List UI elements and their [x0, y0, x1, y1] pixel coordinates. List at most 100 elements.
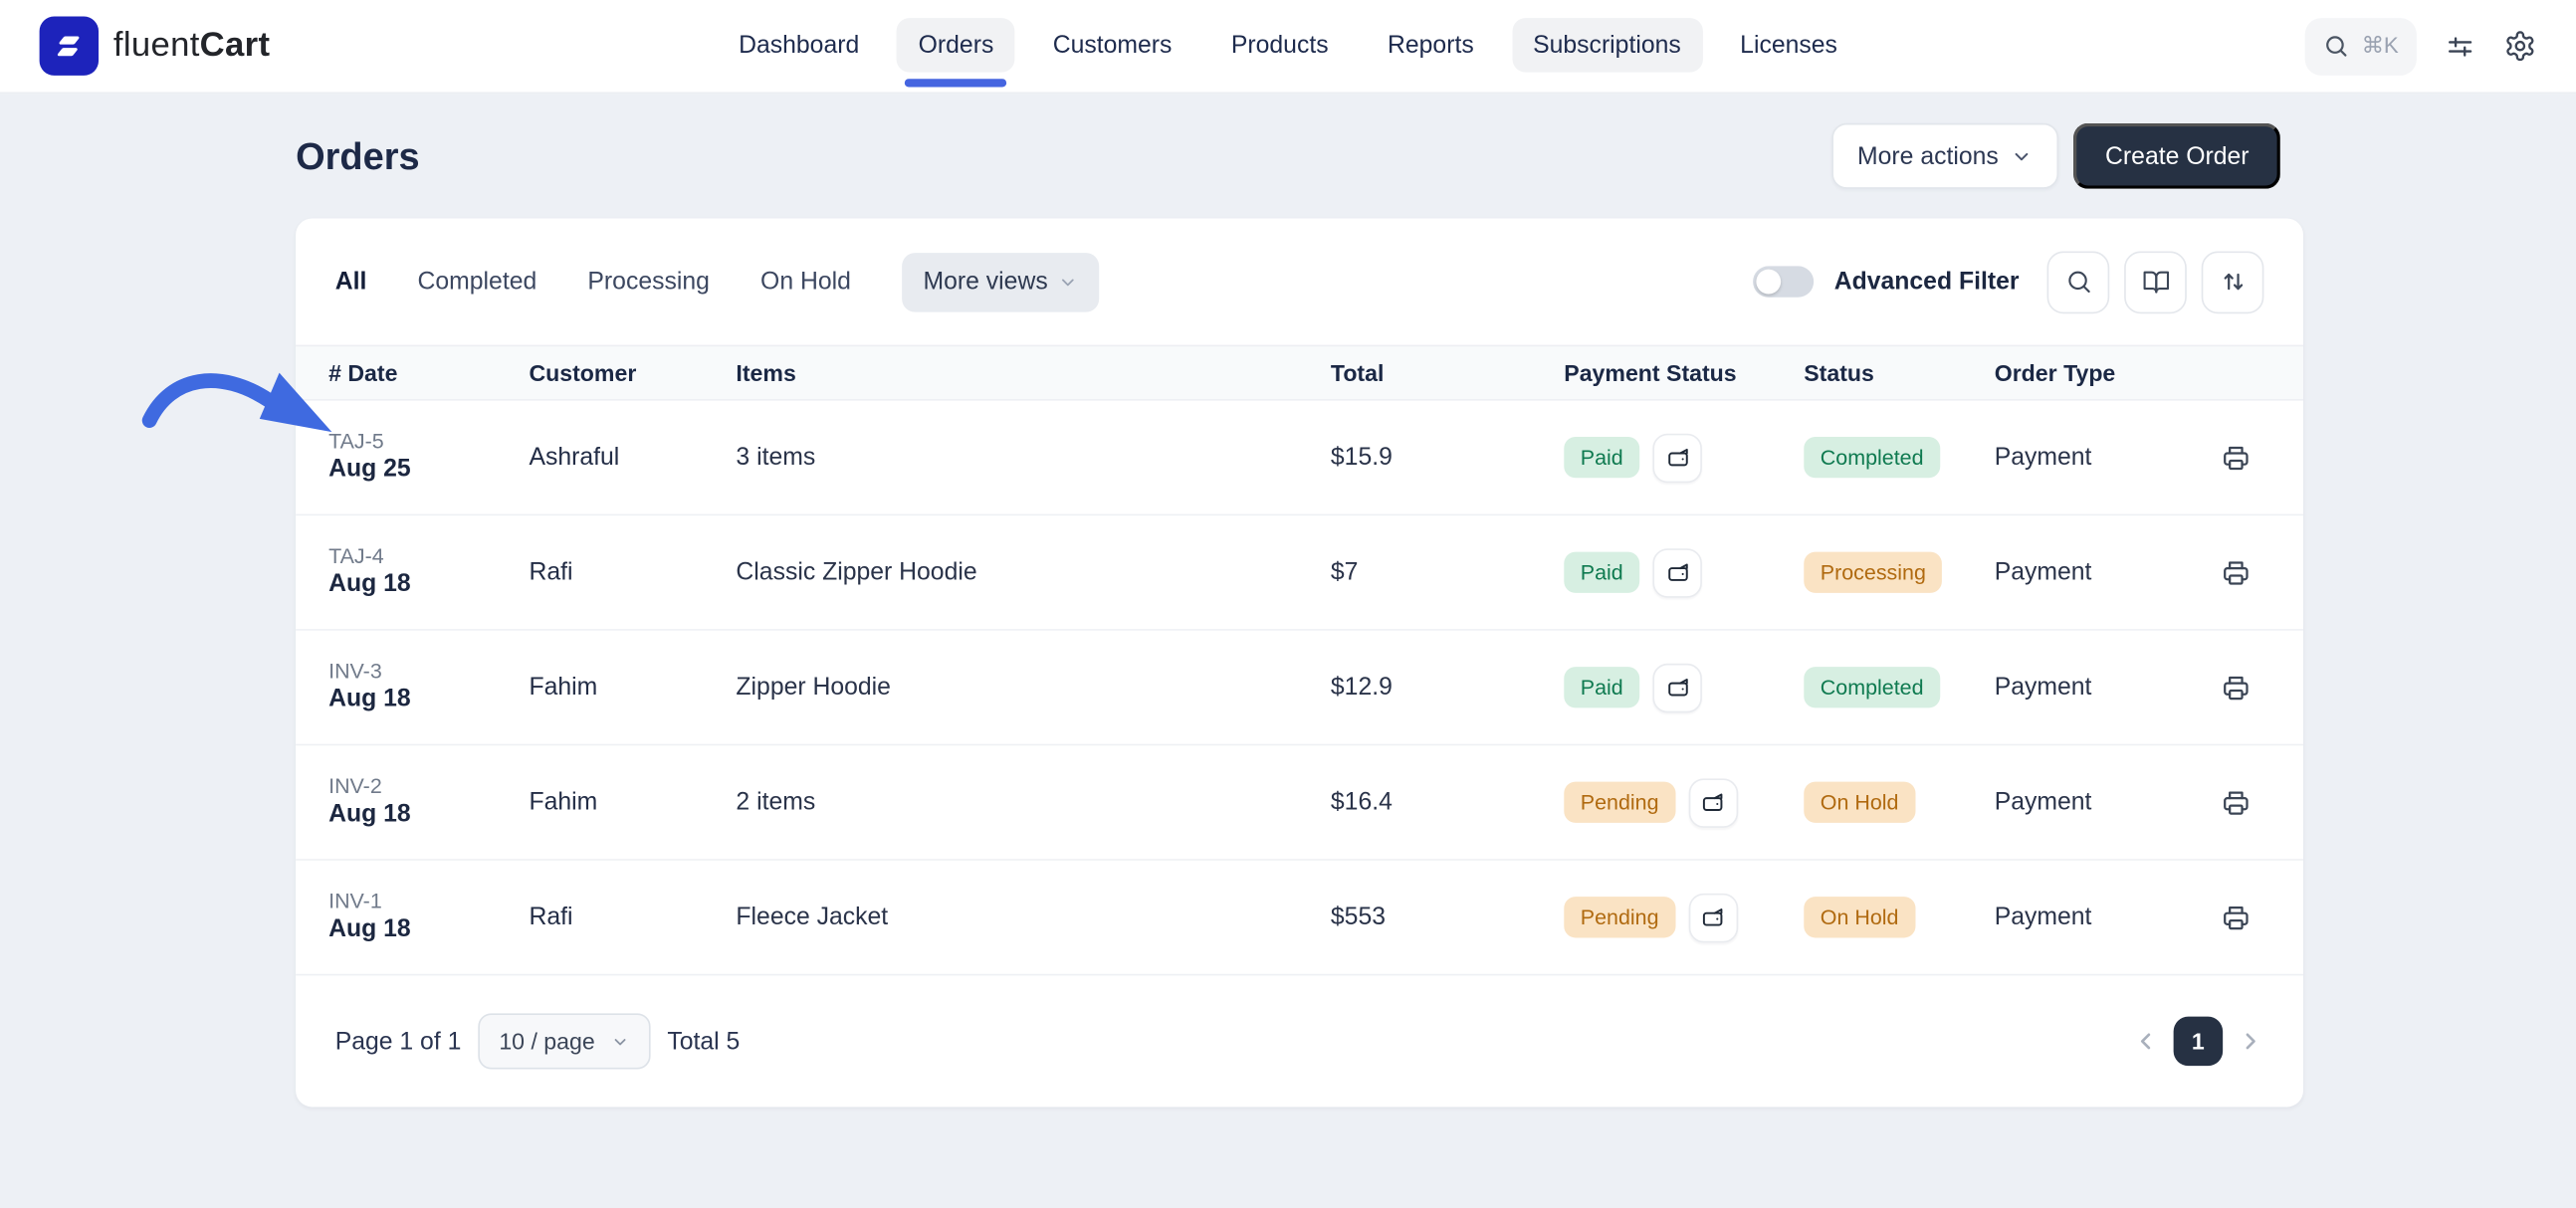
pagination-summary: Page 1 of 1 10 / page Total 5 — [334, 1013, 741, 1070]
advanced-filter-toggle[interactable] — [1753, 266, 1815, 298]
chevron-down-icon — [2012, 145, 2033, 166]
column-header-date[interactable]: # Date — [328, 359, 529, 385]
tab-processing[interactable]: Processing — [587, 268, 709, 296]
nav-item-dashboard[interactable]: Dashboard — [718, 18, 881, 72]
order-number: TAJ-4 — [328, 543, 384, 569]
wallet-icon — [1703, 908, 1723, 926]
payment-status-badge: Pending — [1564, 781, 1676, 823]
order-type: Payment — [1994, 788, 2092, 817]
customer-name[interactable]: Ashraful — [529, 444, 736, 472]
printer-icon — [2224, 446, 2249, 470]
order-status-badge: Processing — [1804, 551, 1943, 593]
payment-method-button[interactable] — [1652, 547, 1702, 597]
table-row[interactable]: INV-1 Aug 18 Rafi Fleece Jacket $553 Pen… — [296, 860, 2304, 976]
tab-on-hold[interactable]: On Hold — [760, 268, 851, 296]
more-actions-button[interactable]: More actions — [1830, 122, 2059, 189]
page-count-label: Page 1 of 1 — [334, 1027, 462, 1056]
brand-logo[interactable]: fluentCart — [39, 16, 271, 76]
chevron-left-icon — [2140, 1033, 2151, 1050]
page-header-actions: More actions Create Order — [1830, 122, 2280, 189]
view-tabs: All Completed Processing On Hold More vi… — [335, 252, 1099, 311]
order-total: $553 — [1330, 903, 1386, 931]
customer-name[interactable]: Rafi — [529, 558, 736, 586]
table-row[interactable]: TAJ-4 Aug 18 Rafi Classic Zipper Hoodie … — [296, 515, 2304, 631]
payment-method-button[interactable] — [1688, 893, 1738, 942]
toggle-knob — [1757, 269, 1782, 295]
order-status-badge: Completed — [1804, 667, 1941, 708]
order-total: $15.9 — [1330, 443, 1393, 472]
print-button[interactable] — [2221, 443, 2251, 473]
payment-method-button[interactable] — [1652, 432, 1702, 483]
column-header-customer[interactable]: Customer — [529, 359, 736, 385]
table-row[interactable]: INV-3 Aug 18 Fahim Zipper Hoodie $12.9 P… — [296, 630, 2304, 746]
column-header-order-type[interactable]: Order Type — [1995, 359, 2169, 385]
column-header-status[interactable]: Status — [1804, 359, 1994, 385]
customer-name[interactable]: Rafi — [529, 904, 736, 931]
order-number: INV-2 — [328, 773, 382, 799]
print-button[interactable] — [2221, 557, 2251, 587]
table-row[interactable]: INV-2 Aug 18 Fahim 2 items $16.4 Pending… — [296, 745, 2304, 861]
payment-method-button[interactable] — [1688, 777, 1738, 828]
main-navigation: Dashboard Orders Customers Products Repo… — [718, 0, 1859, 94]
gear-icon[interactable] — [2503, 30, 2536, 63]
adjustments-icon[interactable] — [2445, 31, 2475, 62]
column-header-items[interactable]: Items — [736, 359, 1330, 385]
nav-item-orders[interactable]: Orders — [897, 18, 1015, 88]
previous-page-button[interactable] — [2132, 1028, 2158, 1054]
sort-button[interactable] — [2201, 250, 2264, 313]
tab-all[interactable]: All — [335, 268, 367, 296]
order-status-badge: Completed — [1804, 437, 1941, 479]
payment-status-cell: Pending — [1564, 893, 1804, 942]
topbar-actions: ⌘K — [2305, 17, 2536, 76]
orders-page: fluentCart Dashboard Orders Customers Pr… — [0, 0, 2576, 1208]
payment-status-badge: Paid — [1564, 437, 1640, 479]
order-number: INV-1 — [328, 888, 382, 913]
wallet-icon — [1703, 793, 1723, 811]
order-date: Aug 18 — [328, 570, 411, 599]
print-button[interactable] — [2221, 673, 2251, 703]
arrows-up-down-icon — [2223, 273, 2243, 291]
order-type: Payment — [1994, 673, 2092, 702]
nav-item-subscriptions[interactable]: Subscriptions — [1511, 18, 1703, 73]
tab-completed[interactable]: Completed — [418, 268, 537, 296]
customer-name[interactable]: Fahim — [529, 674, 736, 702]
nav-item-customers[interactable]: Customers — [1031, 18, 1193, 72]
more-views-dropdown[interactable]: More views — [902, 252, 1099, 311]
order-type: Payment — [1994, 903, 2092, 931]
payment-method-button[interactable] — [1652, 662, 1702, 712]
wallet-icon — [1667, 448, 1687, 467]
book-open-icon — [2142, 271, 2169, 294]
table-search-button[interactable] — [2046, 250, 2110, 313]
order-date-cell: INV-1 Aug 18 — [328, 889, 529, 946]
order-date: Aug 18 — [328, 685, 411, 713]
order-date-cell: INV-2 Aug 18 — [328, 773, 529, 831]
order-total: $12.9 — [1330, 673, 1393, 702]
print-button[interactable] — [2221, 787, 2251, 817]
printer-icon — [2224, 790, 2249, 814]
table-header: # Date Customer Items Total Payment Stat… — [296, 344, 2304, 401]
order-total: $16.4 — [1330, 788, 1393, 817]
nav-item-products[interactable]: Products — [1209, 18, 1350, 72]
column-header-payment-status[interactable]: Payment Status — [1564, 359, 1804, 385]
docs-button[interactable] — [2124, 250, 2187, 313]
print-button[interactable] — [2221, 903, 2251, 932]
customer-name[interactable]: Fahim — [529, 788, 736, 816]
order-date-cell: TAJ-4 Aug 18 — [328, 543, 529, 601]
global-search-button[interactable]: ⌘K — [2305, 17, 2417, 76]
fluentcart-logo-icon — [39, 16, 100, 76]
search-icon — [2324, 33, 2350, 59]
page-number-button[interactable]: 1 — [2173, 1016, 2224, 1067]
total-count-label: Total 5 — [667, 1027, 741, 1056]
per-page-select[interactable]: 10 / page — [477, 1013, 651, 1070]
order-number: TAJ-5 — [328, 428, 384, 454]
table-footer: Page 1 of 1 10 / page Total 5 1 — [296, 975, 2303, 1107]
table-row[interactable]: TAJ-5 Aug 25 Ashraful 3 items $15.9 Paid… — [296, 400, 2304, 516]
payment-status-cell: Paid — [1564, 547, 1804, 597]
nav-item-licenses[interactable]: Licenses — [1719, 18, 1859, 72]
create-order-button[interactable]: Create Order — [2073, 122, 2280, 189]
order-items: 3 items — [736, 443, 816, 472]
next-page-button[interactable] — [2238, 1028, 2263, 1054]
column-header-total[interactable]: Total — [1331, 359, 1564, 385]
nav-item-reports[interactable]: Reports — [1367, 18, 1496, 72]
order-number: INV-3 — [328, 658, 382, 684]
